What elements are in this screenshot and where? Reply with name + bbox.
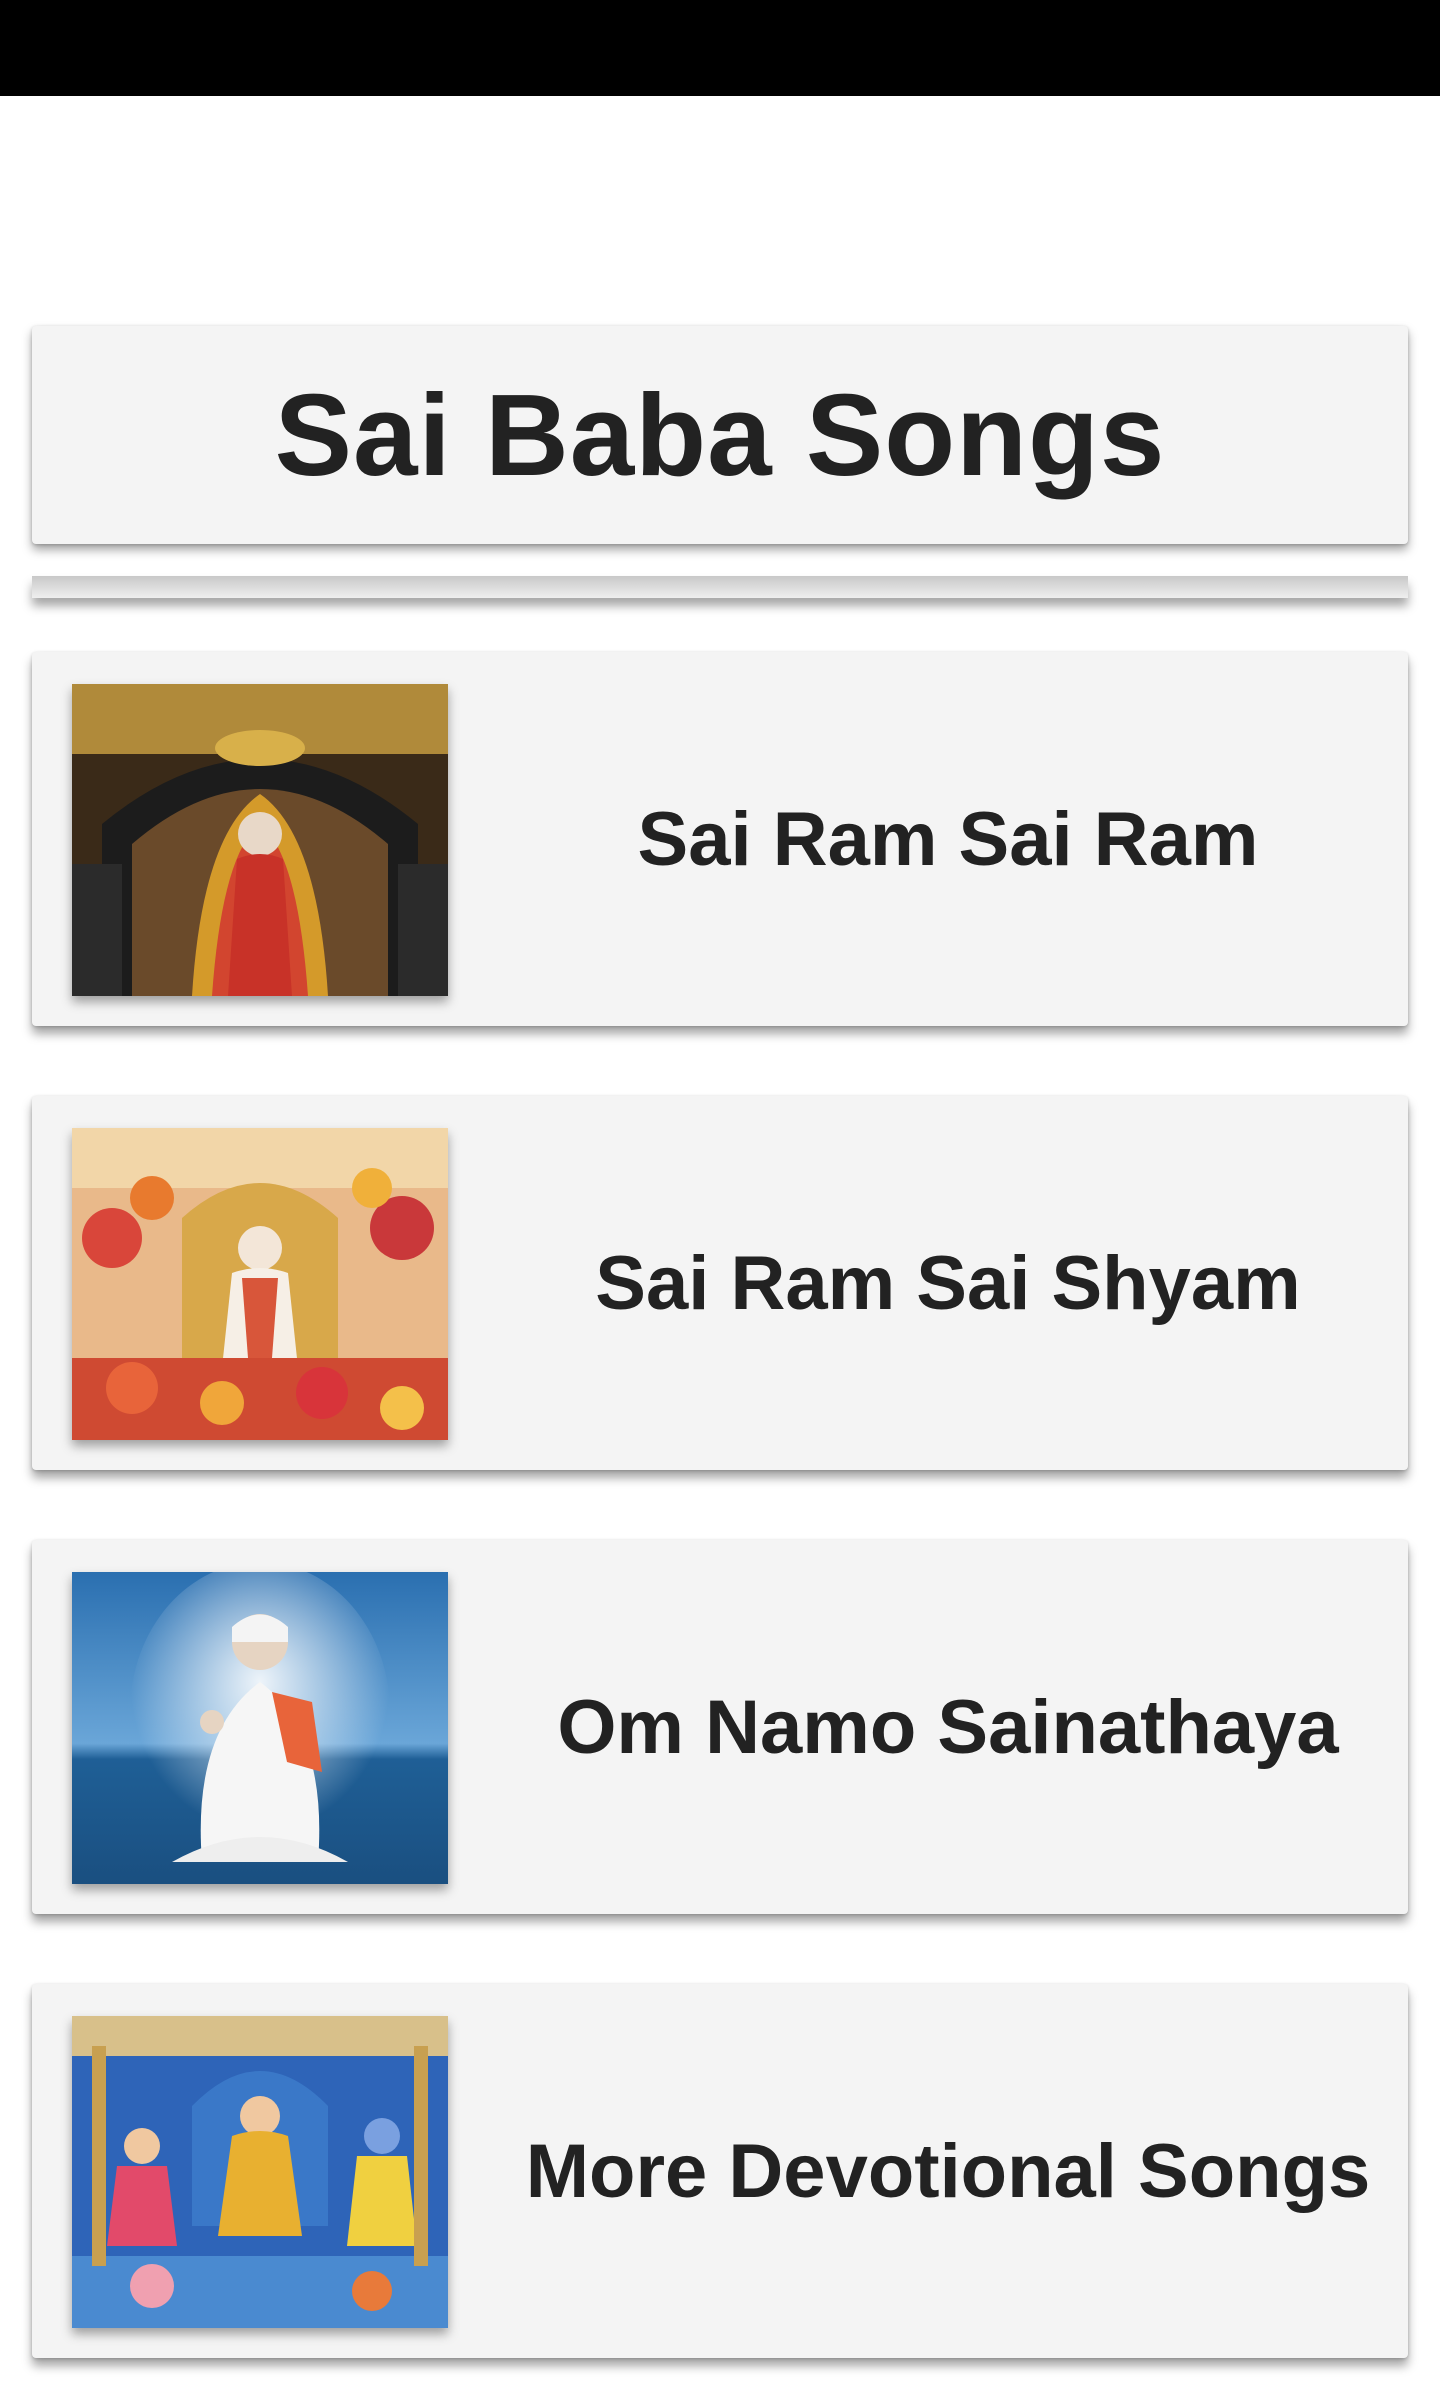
song-label: Om Namo Sainathaya <box>557 1684 1339 1770</box>
song-item-om-namo-sainathaya[interactable]: Om Namo Sainathaya <box>32 1540 1408 1914</box>
song-item-sai-ram-sai-shyam[interactable]: Sai Ram Sai Shyam <box>32 1096 1408 1470</box>
song-item-more-devotional-songs[interactable]: More Devotional Songs <box>32 1984 1408 2358</box>
title-divider <box>32 576 1408 598</box>
sai-baba-temple-image <box>72 684 448 996</box>
hindu-deities-image <box>72 2016 448 2328</box>
sai-baba-ocean-image <box>72 1572 448 1884</box>
page-title: Sai Baba Songs <box>274 370 1166 500</box>
title-card: Sai Baba Songs <box>32 326 1408 544</box>
sai-baba-flower-shrine-image <box>72 1128 448 1440</box>
status-bar <box>0 0 1440 96</box>
song-label: More Devotional Songs <box>525 2128 1371 2214</box>
song-label: Sai Ram Sai Ram <box>637 796 1259 882</box>
song-label: Sai Ram Sai Shyam <box>595 1240 1301 1326</box>
song-item-sai-ram-sai-ram[interactable]: Sai Ram Sai Ram <box>32 652 1408 1026</box>
